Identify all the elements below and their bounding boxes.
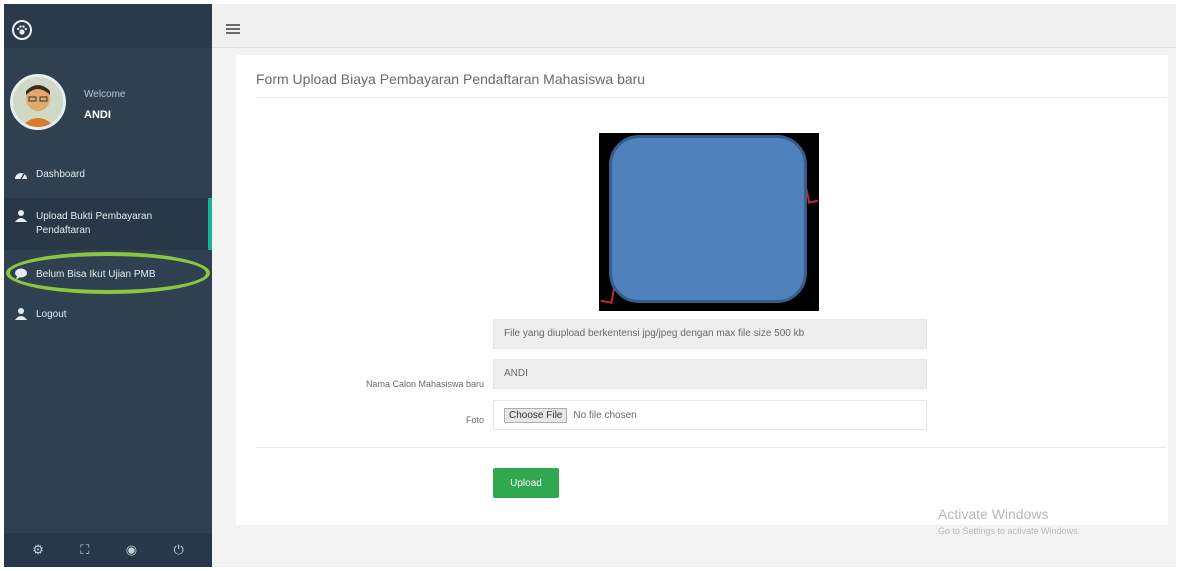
highlight-annotation-oval: [6, 252, 210, 294]
eye-slash-icon[interactable]: ◉: [126, 542, 137, 558]
fullscreen-icon[interactable]: ⛶: [80, 542, 89, 558]
user-profile: Welcome ANDI: [4, 64, 212, 144]
sidebar-footer: ⚙ ⛶ ◉ ⏻: [4, 533, 212, 567]
photo-preview: [599, 133, 819, 311]
divider: [256, 447, 1166, 448]
brand-bar: [4, 4, 212, 48]
file-requirements-info: File yang diupload berkentensi jpg/jpeg …: [493, 319, 927, 349]
user-icon: [14, 307, 28, 321]
divider: [256, 97, 1166, 98]
top-navbar: [212, 4, 1176, 48]
nama-label: Nama Calon Mahasiswa baru: [365, 379, 484, 389]
upload-button[interactable]: Upload: [493, 468, 559, 498]
sidebar-item-dashboard[interactable]: Dashboard: [4, 168, 212, 182]
sidebar-item-label: Dashboard: [36, 169, 85, 180]
redaction-box: [609, 135, 807, 303]
username: ANDI: [84, 109, 111, 121]
sidebar-item-logout[interactable]: Logout: [4, 308, 212, 322]
gear-icon[interactable]: ⚙: [32, 542, 44, 558]
watermark-title: Activate Windows: [938, 506, 1049, 522]
user-icon: [14, 209, 28, 223]
sidebar-item-label: Logout: [36, 309, 67, 320]
nama-field: ANDI: [493, 359, 927, 389]
avatar[interactable]: [10, 74, 66, 130]
sidebar-item-label: Upload Bukti Pembayaran Pendaftaran: [36, 211, 153, 236]
welcome-text: Welcome: [84, 89, 126, 100]
sidebar-item-upload-bukti[interactable]: Upload Bukti Pembayaran Pendaftaran: [4, 198, 212, 250]
foto-label: Foto: [465, 415, 484, 425]
foto-file-input[interactable]: Choose File No file chosen: [493, 400, 927, 430]
watermark-subtitle: Go to Settings to activate Windows.: [938, 526, 1081, 536]
sidebar: Welcome ANDI Dashboard Upload Bukti Pemb…: [4, 4, 212, 567]
power-icon[interactable]: ⏻: [173, 542, 183, 558]
no-file-text: No file chosen: [573, 409, 637, 421]
choose-file-button[interactable]: Choose File: [504, 407, 568, 423]
activate-windows-watermark: Activate Windows Go to Settings to activ…: [938, 506, 1080, 536]
form-panel: Form Upload Biaya Pembayaran Pendaftaran…: [236, 55, 1168, 525]
dashboard-icon: [14, 167, 28, 181]
page-title: Form Upload Biaya Pembayaran Pendaftaran…: [256, 71, 646, 87]
menu-toggle-icon[interactable]: [226, 24, 240, 34]
paw-logo-icon[interactable]: [12, 20, 32, 40]
